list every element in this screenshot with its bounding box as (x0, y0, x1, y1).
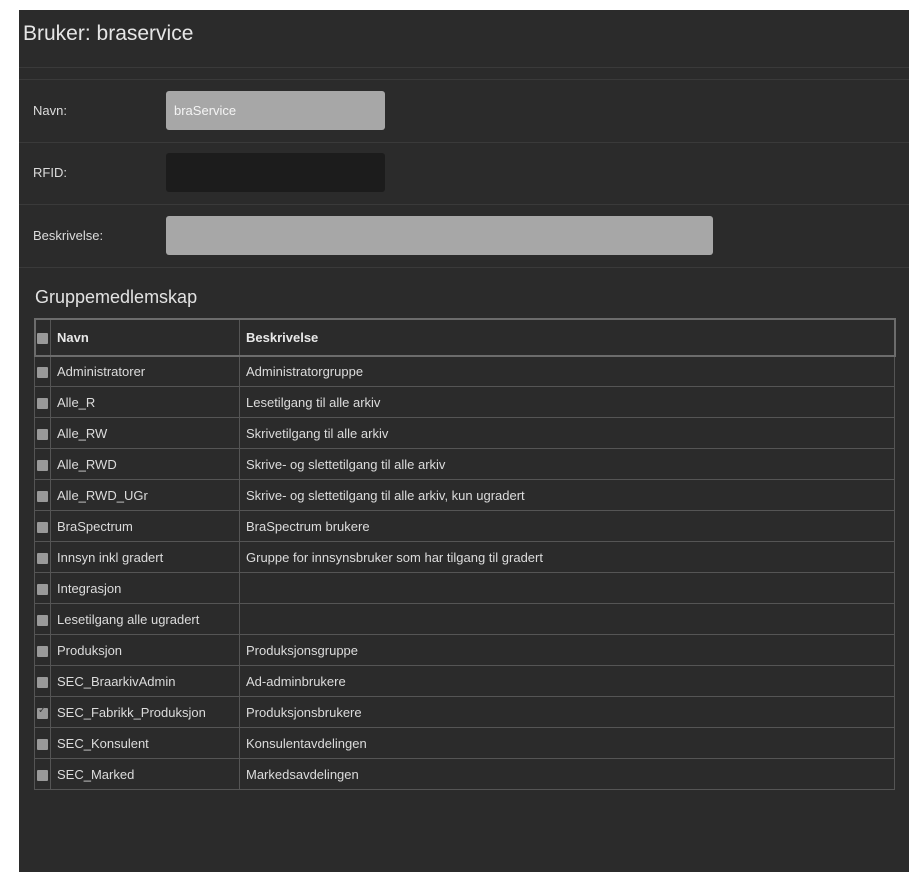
page-title: Bruker: braservice (23, 22, 194, 45)
table-row[interactable]: SEC_Konsulent Konsulentavdelingen (34, 727, 895, 759)
group-name: Alle_R (50, 386, 240, 418)
group-checkbox[interactable] (37, 366, 48, 378)
table-row[interactable]: Alle_RW Skrivetilgang til alle arkiv (34, 417, 895, 449)
table-row[interactable]: Lesetilgang alle ugradert (34, 603, 895, 635)
group-description: Produksjonsbrukere (239, 696, 895, 728)
group-description: Markedsavdelingen (239, 758, 895, 790)
row-checkbox-cell[interactable] (34, 603, 51, 635)
group-name: SEC_Marked (50, 758, 240, 790)
group-description: Ad-adminbrukere (239, 665, 895, 697)
group-checkbox[interactable] (37, 769, 48, 781)
table-row[interactable]: SEC_BraarkivAdmin Ad-adminbrukere (34, 665, 895, 697)
group-description: Skrivetilgang til alle arkiv (239, 417, 895, 449)
group-description: Gruppe for innsynsbruker som har tilgang… (239, 541, 895, 573)
group-membership-title: Gruppemedlemskap (35, 287, 198, 307)
group-name: Lesetilgang alle ugradert (50, 603, 240, 635)
divider (19, 67, 909, 68)
table-row[interactable]: BraSpectrum BraSpectrum brukere (34, 510, 895, 542)
divider (19, 204, 909, 205)
group-table: Navn Beskrivelse Administratorer Administ… (33, 317, 896, 790)
group-description: Lesetilgang til alle arkiv (239, 386, 895, 418)
group-checkbox[interactable] (37, 552, 48, 564)
row-checkbox-cell[interactable] (34, 448, 51, 480)
group-checkbox[interactable] (37, 614, 48, 626)
user-panel: Bruker: braservice Navn: RFID: Beskrivel… (19, 10, 909, 872)
group-checkbox[interactable] (37, 738, 48, 750)
group-name: SEC_Fabrikk_Produksjon (50, 696, 240, 728)
row-checkbox-cell[interactable] (34, 355, 51, 387)
row-checkbox-cell[interactable] (34, 386, 51, 418)
row-checkbox-cell[interactable] (34, 510, 51, 542)
table-row[interactable]: Produksjon Produksjonsgruppe (34, 634, 895, 666)
table-row[interactable]: Administratorer Administratorgruppe (34, 355, 895, 387)
group-description: Skrive- og slettetilgang til alle arkiv (239, 448, 895, 480)
group-description: BraSpectrum brukere (239, 510, 895, 542)
select-all-checkbox[interactable] (37, 332, 48, 344)
group-checkbox[interactable] (37, 397, 48, 409)
navn-field[interactable] (166, 91, 385, 130)
group-checkbox[interactable] (37, 645, 48, 657)
row-checkbox-cell[interactable] (34, 727, 51, 759)
table-row[interactable]: SEC_Marked Markedsavdelingen (34, 758, 895, 790)
row-checkbox-cell[interactable] (34, 634, 51, 666)
group-description: Skrive- og slettetilgang til alle arkiv,… (239, 479, 895, 511)
divider (19, 79, 909, 80)
group-checkbox[interactable] (37, 490, 48, 502)
row-checkbox-cell[interactable] (34, 479, 51, 511)
group-description: Konsulentavdelingen (239, 727, 895, 759)
table-row[interactable]: SEC_Fabrikk_ProduksjonProduksjonsbrukere (34, 696, 895, 728)
group-checkbox[interactable] (37, 705, 48, 719)
group-name: Produksjon (50, 634, 240, 666)
table-row[interactable]: Integrasjon (34, 572, 895, 604)
row-checkbox-cell[interactable] (34, 758, 51, 790)
select-all-cell[interactable] (34, 318, 51, 356)
group-description (239, 603, 895, 635)
row-checkbox-cell[interactable] (34, 541, 51, 573)
row-checkbox-cell[interactable] (34, 696, 51, 728)
group-name: Alle_RWD (50, 448, 240, 480)
group-checkbox[interactable] (37, 521, 48, 533)
beskrivelse-label: Beskrivelse: (33, 228, 104, 243)
beskrivelse-field[interactable] (166, 216, 713, 255)
table-row[interactable]: Alle_RWD_UGr Skrive- og slettetilgang til… (34, 479, 895, 511)
group-name: BraSpectrum (50, 510, 240, 542)
group-checkbox[interactable] (37, 459, 48, 471)
group-checkbox[interactable] (37, 676, 48, 688)
group-name: Alle_RWD_UGr (50, 479, 240, 511)
table-header-row: Navn Beskrivelse (33, 317, 896, 357)
group-description (239, 572, 895, 604)
divider (19, 267, 909, 268)
table-row[interactable]: Innsyn inkl gradert Gruppe for innsynsbru… (34, 541, 895, 573)
rfid-field[interactable] (166, 153, 385, 192)
column-header-description[interactable]: Beskrivelse (239, 318, 895, 356)
divider (19, 142, 909, 143)
group-table-body: Administratorer Administratorgruppe Alle_R… (34, 355, 895, 790)
group-name: SEC_Konsulent (50, 727, 240, 759)
group-name: Administratorer (50, 355, 240, 387)
table-row[interactable]: Alle_R Lesetilgang til alle arkiv (34, 386, 895, 418)
group-name: Integrasjon (50, 572, 240, 604)
column-header-name[interactable]: Navn (50, 318, 240, 356)
group-description: Produksjonsgruppe (239, 634, 895, 666)
group-name: SEC_BraarkivAdmin (50, 665, 240, 697)
row-checkbox-cell[interactable] (34, 417, 51, 449)
row-checkbox-cell[interactable] (34, 572, 51, 604)
group-checkbox[interactable] (37, 583, 48, 595)
navn-label: Navn: (33, 103, 67, 118)
row-checkbox-cell[interactable] (34, 665, 51, 697)
group-checkbox[interactable] (37, 428, 48, 440)
group-name: Alle_RW (50, 417, 240, 449)
rfid-label: RFID: (33, 165, 67, 180)
group-description: Administratorgruppe (239, 355, 895, 387)
group-name: Innsyn inkl gradert (50, 541, 240, 573)
table-row[interactable]: Alle_RWD Skrive- og slettetilgang til all… (34, 448, 895, 480)
